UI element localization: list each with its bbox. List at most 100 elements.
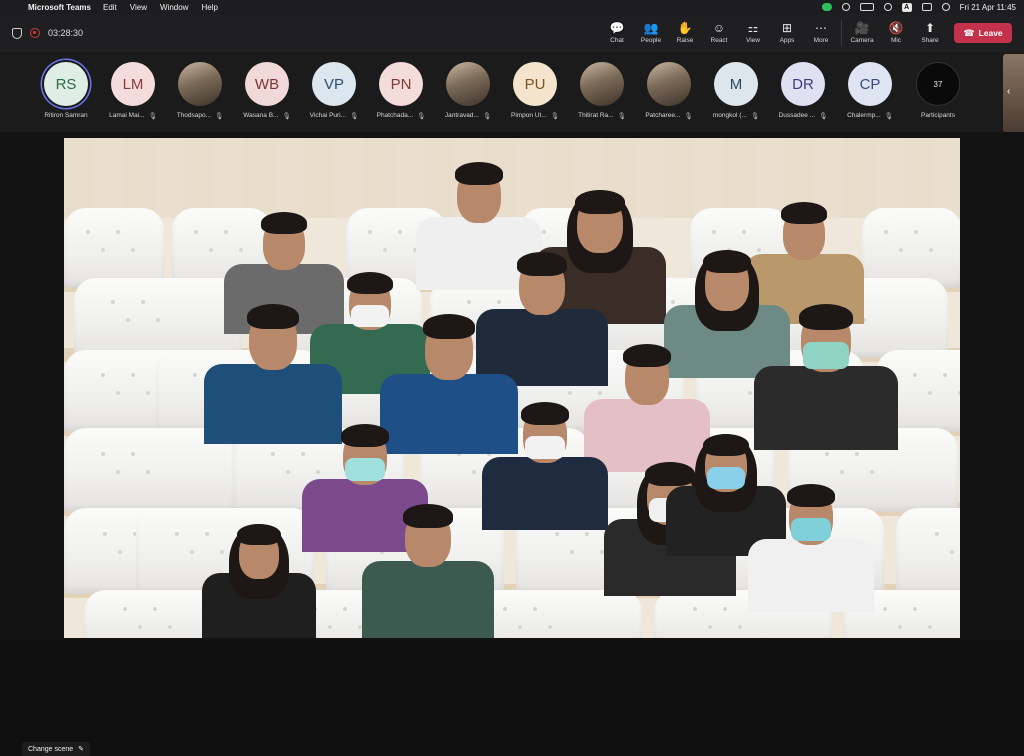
- camera-icon: 🎥: [854, 21, 870, 35]
- change-scene-button[interactable]: Change scene ✎: [22, 742, 91, 756]
- face-mask: [351, 305, 389, 327]
- mic-muted-icon: 🎙: [282, 113, 291, 120]
- participant-hair: [340, 424, 390, 447]
- mic-muted-icon: 🎙: [215, 113, 224, 120]
- participant-tile[interactable]: Thitirat Ra... 🎙: [569, 62, 635, 120]
- participant-hair: [520, 402, 570, 425]
- leave-button[interactable]: ☎ Leave: [954, 23, 1012, 43]
- more-icon: ⋯: [815, 21, 827, 35]
- participant-hair: [781, 202, 827, 224]
- participant-tile[interactable]: Jantravad... 🎙: [435, 62, 501, 120]
- participant-tile[interactable]: Patcharee... 🎙: [636, 62, 702, 120]
- participant-hair: [422, 314, 476, 340]
- participants-count-tile[interactable]: 37 Participants: [905, 62, 971, 119]
- control-raise-button[interactable]: ✋ Raise: [668, 14, 702, 52]
- mic-muted-icon: 🎙: [684, 113, 693, 120]
- participant-hair: [246, 304, 300, 330]
- participant-hair: [644, 462, 696, 487]
- participant-hair: [402, 504, 454, 529]
- participant-hair: [786, 484, 836, 507]
- participant-name-row: Phatchada... 🎙: [368, 112, 434, 120]
- mic-muted-icon: 🎙: [417, 113, 426, 120]
- participant-hair: [702, 250, 752, 273]
- participant-avatar: WB: [245, 62, 289, 106]
- clock[interactable]: Fri 21 Apr 11:45: [960, 3, 1016, 12]
- mic-muted-icon: 🎙: [617, 113, 626, 120]
- screen-share-indicator-icon[interactable]: [821, 3, 832, 11]
- participant-strip: CP Chalermp... 🎙 DR Dussadee ... 🎙 Mmongkol (.…: [0, 52, 1024, 132]
- participant-avatar: CP: [848, 62, 892, 106]
- share-icon: ⬆: [924, 21, 936, 35]
- control-apps-button[interactable]: ⊞ Apps: [770, 14, 804, 52]
- control-more-button[interactable]: ⋯ More: [804, 14, 838, 52]
- control-react-button[interactable]: ☺ React: [702, 14, 736, 52]
- menu-view[interactable]: View: [130, 3, 147, 12]
- menu-help[interactable]: Help: [201, 3, 217, 12]
- participant-name: Thodsapo...: [176, 112, 212, 119]
- participant-name: Pimpon Ut...: [510, 112, 547, 119]
- participant-hair: [622, 344, 672, 367]
- control-share-button[interactable]: ⬆ Share: [913, 14, 947, 52]
- participant-tile[interactable]: Mmongkol (... 🎙: [703, 62, 769, 120]
- control-label: Camera: [850, 37, 874, 44]
- control-label: Chat: [610, 37, 624, 44]
- participant-name: Thitirat Ra...: [578, 112, 614, 119]
- participant-tile[interactable]: RS Ritiron Samran: [33, 62, 99, 119]
- participant-tile[interactable]: LM Lamai Mai... 🎙: [100, 62, 166, 120]
- participant-name-row: mongkol (... 🎙: [703, 112, 769, 120]
- participant-hair: [454, 162, 504, 185]
- participant-tile[interactable]: WB Wasana B... 🎙: [234, 62, 300, 120]
- participant-tile[interactable]: CP Chalermp... 🎙: [837, 62, 903, 120]
- participant-tile[interactable]: PN Phatchada... 🎙: [368, 62, 434, 120]
- participant-avatar: RS: [44, 62, 88, 106]
- recording-icon[interactable]: [30, 28, 40, 38]
- face-mask: [790, 518, 832, 542]
- time-machine-icon[interactable]: [841, 3, 850, 11]
- participant-tile[interactable]: Thodsapo... 🎙: [167, 62, 233, 120]
- participant-avatar: PN: [379, 62, 423, 106]
- face-mask: [802, 342, 850, 369]
- control-people-button[interactable]: 👥 People: [634, 14, 668, 52]
- participant-avatar: PU: [513, 62, 557, 106]
- battery-icon[interactable]: [859, 3, 874, 11]
- wifi-icon[interactable]: [883, 3, 892, 11]
- mic-muted-icon: 🎙: [350, 113, 359, 120]
- input-source-icon[interactable]: A: [901, 2, 912, 12]
- control-camera-button[interactable]: 🎥 Camera: [845, 14, 879, 52]
- participant-hair: [574, 190, 626, 215]
- app-menu[interactable]: Microsoft Teams: [28, 3, 91, 12]
- auditorium-seat: [74, 278, 242, 358]
- participant-name-row: Chalermp... 🎙: [837, 112, 903, 120]
- menu-edit[interactable]: Edit: [103, 3, 117, 12]
- participant-name-row: Dussadee ... 🎙: [770, 112, 836, 120]
- control-label: Share: [921, 37, 939, 44]
- participant-tile[interactable]: PU Pimpon Ut... 🎙: [502, 62, 568, 120]
- participant-tile[interactable]: DR Dussadee ... 🎙: [770, 62, 836, 120]
- participant-name-row: Jantravad... 🎙: [435, 112, 501, 120]
- control-chat-button[interactable]: 💬 Chat: [600, 14, 634, 52]
- participant-name-row: Vichai Puri... 🎙: [301, 112, 367, 120]
- macos-menu-bar: Microsoft Teams Edit View Window Help A …: [0, 0, 1024, 14]
- participant-body: [362, 561, 494, 638]
- auditorium-seat: [64, 208, 164, 288]
- participant-tile[interactable]: VP Vichai Puri... 🎙: [301, 62, 367, 120]
- participant-avatar: VP: [312, 62, 356, 106]
- meeting-stage: Change scene ✎: [0, 132, 1024, 756]
- control-view-button[interactable]: ⚏ View: [736, 14, 770, 52]
- scene-wall: [64, 138, 960, 218]
- react-icon: ☺: [712, 21, 726, 35]
- participant-hair: [798, 304, 854, 331]
- control-mic-button[interactable]: 🔇 Mic: [879, 14, 913, 52]
- control-label: Apps: [779, 37, 795, 44]
- chat-icon: 💬: [609, 21, 625, 35]
- participant-body: [754, 366, 898, 451]
- shield-icon[interactable]: [12, 27, 22, 39]
- hang-up-icon: ☎: [963, 27, 975, 38]
- participant-hair: [516, 252, 568, 277]
- participant-name: Phatchada...: [376, 112, 414, 119]
- siri-icon[interactable]: [941, 3, 950, 11]
- participant-photo: [647, 62, 691, 106]
- control-center-icon[interactable]: [921, 3, 932, 11]
- chevron-left-icon[interactable]: ‹: [1007, 86, 1010, 97]
- menu-window[interactable]: Window: [160, 3, 188, 12]
